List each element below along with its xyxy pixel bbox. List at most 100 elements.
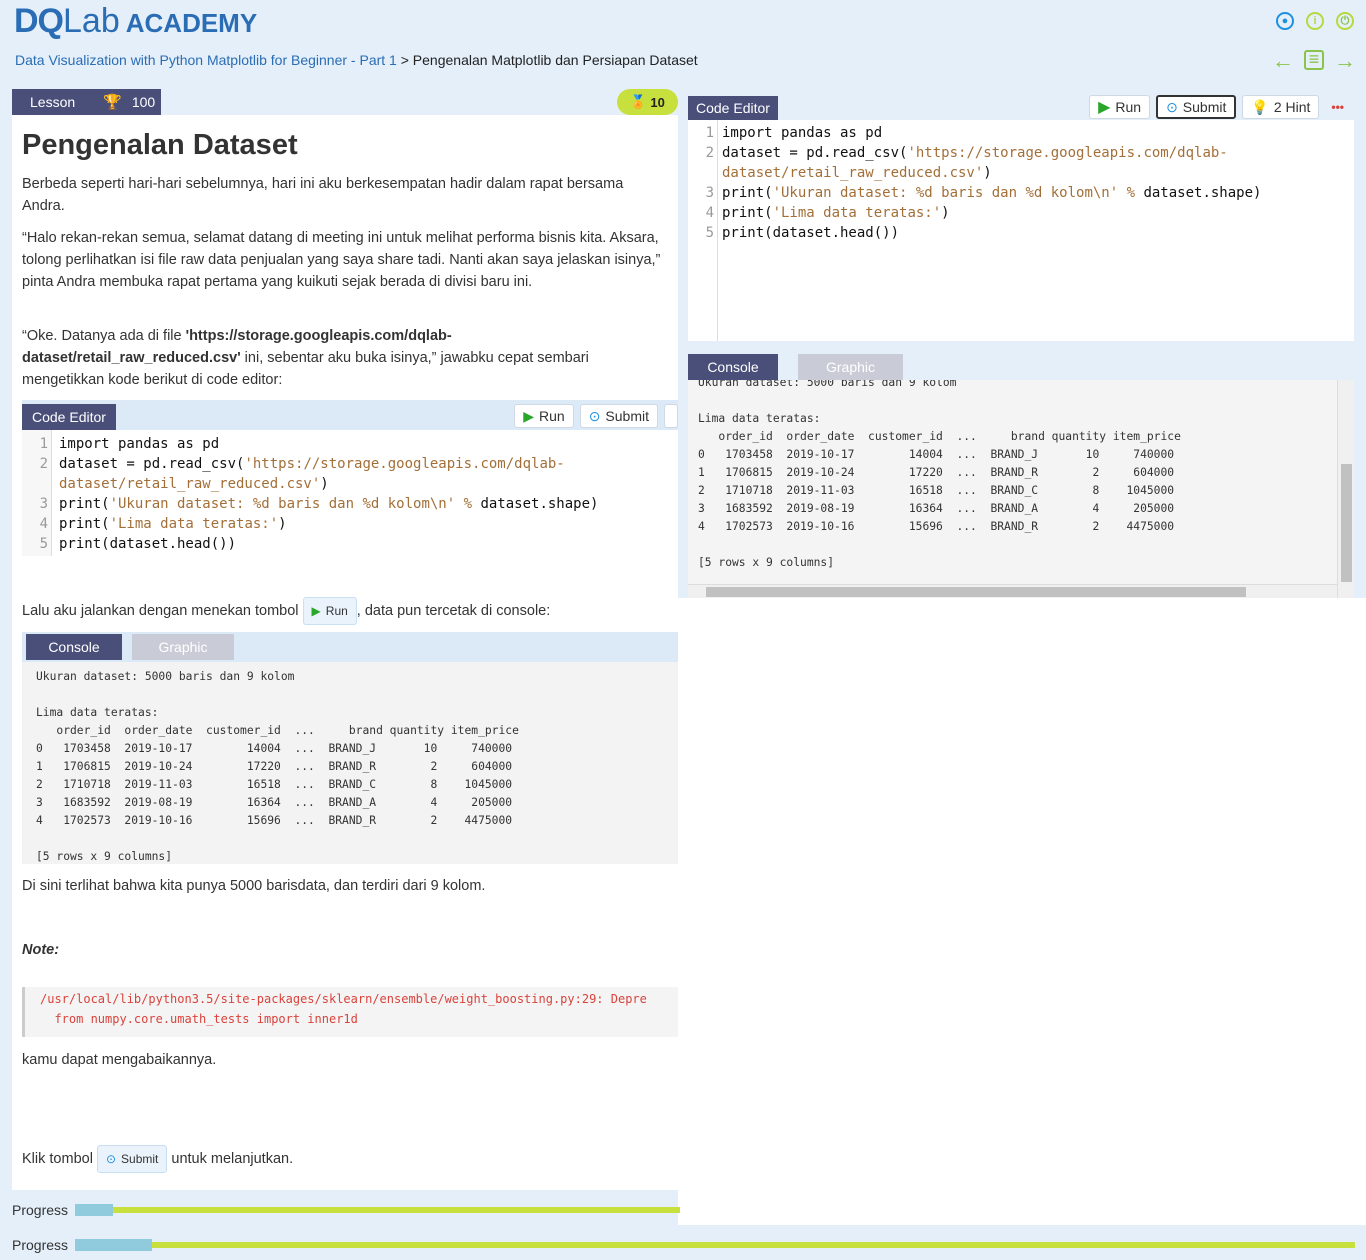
line-number: 5 [705, 225, 714, 241]
code-line-2-wrap[interactable]: dataset/retail_raw_reduced.csv') [722, 163, 992, 183]
paragraph-6: kamu dapat mengabaikannya. [22, 1052, 217, 1068]
paragraph-4-end: , data pun tercetak di console: [356, 602, 551, 619]
right-panel-blank [678, 598, 1366, 1225]
inline-submit-label: Submit [605, 408, 649, 424]
inline-code-block: 1 2 3 4 5 import pandas as pd dataset = … [22, 430, 678, 556]
warning-line-2: from numpy.core.umath_tests import inner… [40, 1012, 358, 1026]
note-heading: Note: [22, 942, 60, 958]
line-number: 1 [39, 436, 48, 452]
code-string: 'Lima data teratas:' [772, 205, 942, 221]
line-number: 1 [705, 125, 714, 141]
progress-label: Progress [12, 1202, 69, 1218]
progress-bar [75, 1204, 681, 1216]
console-tab[interactable]: Console [688, 354, 778, 380]
breadcrumb-separator: > [400, 52, 409, 68]
code-token: dataset.shape) [480, 496, 599, 512]
paragraph-4-start: Lalu aku jalankan dengan menekan tombol [22, 602, 303, 619]
progress-bar [75, 1239, 1356, 1251]
logo-dq: DQ [14, 2, 64, 40]
submit-button[interactable]: ⊙ Submit [1156, 95, 1237, 119]
code-line-2: dataset = pd.read_csv('https://storage.g… [59, 454, 565, 474]
xp-value: 10 [650, 94, 665, 110]
code-line-4[interactable]: print('Lima data teratas:') [722, 203, 950, 223]
play-icon: ▶ [523, 407, 534, 424]
lesson-tab-label: Lesson [30, 94, 76, 110]
line-number: 5 [39, 536, 48, 552]
graphic-tab[interactable]: Graphic [798, 354, 903, 380]
line-number: 4 [39, 516, 48, 532]
code-line-4: print('Lima data teratas:') [59, 514, 287, 534]
inline-hint-button [664, 404, 678, 428]
code-operator: % [455, 496, 481, 512]
inline-run-label: Run [539, 408, 565, 424]
dqlab-logo[interactable]: DQ Lab ACADEMY [14, 2, 257, 42]
console-text: Ukuran dataset: 5000 baris dan 9 kolom L… [698, 380, 1181, 569]
vertical-scrollbar-thumb[interactable] [1341, 464, 1352, 582]
arrow-right-icon[interactable]: → [1334, 50, 1356, 72]
editor-toolbar: ▶ Run ⊙ Submit 💡 2 Hint ••• [1089, 95, 1344, 121]
code-line-3: print('Ukuran dataset: %d baris dan %d k… [59, 494, 598, 514]
breadcrumb-course-link[interactable]: Data Visualization with Python Matplotli… [15, 52, 397, 68]
xp-badge: 🏅 10 [617, 89, 678, 115]
inline-submit-chip-label: Submit [121, 1152, 159, 1166]
lightbulb-icon: 💡 [1251, 98, 1269, 115]
progress-label: Progress [12, 1237, 69, 1253]
arrow-left-icon[interactable]: ← [1272, 50, 1294, 72]
upload-icon: ⊙ [588, 407, 601, 424]
lesson-tab[interactable]: Lesson 🏆 100 [12, 89, 161, 115]
paragraph-7-start: Klik tombol [22, 1150, 97, 1167]
inline-console-output: Ukuran dataset: 5000 baris dan 9 kolom L… [22, 662, 678, 864]
inline-editor-tab: Code Editor [22, 404, 116, 430]
code-token: dataset = pd.read_csv( [59, 456, 245, 472]
editor-header: Code Editor ▶ Run ⊙ Submit 💡 2 Hint ••• [688, 91, 1354, 121]
code-token: ) [941, 205, 950, 221]
paragraph-7-end: untuk melanjutkan. [167, 1150, 294, 1167]
paragraph-3: “Oke. Datanya ada di file 'https://stora… [22, 325, 662, 391]
line-number: 3 [39, 496, 48, 512]
warning-text: /usr/local/lib/python3.5/site-packages/s… [25, 987, 678, 1029]
list-icon[interactable]: ≡ [1304, 50, 1324, 70]
code-line-2-wrap: dataset/retail_raw_reduced.csv') [59, 474, 329, 494]
vertical-scrollbar[interactable] [1337, 380, 1354, 598]
code-string: 'Ukuran dataset: %d baris dan %d kolom\n… [109, 496, 456, 512]
trophy-icon: 🏆 [103, 94, 122, 111]
inline-editor-buttons: ▶ Run ⊙ Submit [514, 404, 678, 430]
logo-academy: ACADEMY [125, 8, 258, 38]
paragraph-1: Berbeda seperti hari-hari sebelumnya, ha… [22, 176, 624, 214]
more-options-icon[interactable]: ••• [1331, 100, 1344, 114]
inline-run-chip: ▶ Run [302, 597, 357, 625]
breadcrumb: Data Visualization with Python Matplotli… [15, 52, 698, 68]
paragraph-7: Klik tombol ⊙ Submit untuk melanjutkan. [22, 1145, 662, 1173]
code-token: dataset = pd.read_csv( [722, 145, 908, 161]
warning-block: /usr/local/lib/python3.5/site-packages/s… [22, 987, 678, 1037]
code-string: 'https://storage.googleapis.com/dqlab- [907, 145, 1228, 161]
top-icons: ● i ⏻ [1276, 12, 1354, 30]
paragraph-2: “Halo rekan-rekan semua, selamat datang … [22, 230, 661, 290]
code-line-5[interactable]: print(dataset.head()) [722, 223, 899, 243]
info-icon[interactable]: i [1306, 12, 1324, 30]
code-editor[interactable]: 1 2 3 4 5 import pandas as pd dataset = … [688, 120, 1354, 341]
editor-tab[interactable]: Code Editor [688, 96, 778, 121]
code-token: ) [320, 476, 329, 492]
code-line-3[interactable]: print('Ukuran dataset: %d baris dan %d k… [722, 183, 1261, 203]
inline-submit-button: ⊙ Submit [579, 404, 658, 428]
hint-button[interactable]: 💡 2 Hint [1242, 95, 1320, 119]
inline-console-tab: Console [26, 634, 122, 660]
code-token: print( [59, 516, 110, 532]
horizontal-scrollbar[interactable] [688, 584, 1337, 598]
submit-label: Submit [1182, 99, 1227, 115]
user-icon[interactable]: ● [1276, 12, 1294, 30]
code-line-2[interactable]: dataset = pd.read_csv('https://storage.g… [722, 143, 1228, 163]
paragraph-4: Lalu aku jalankan dengan menekan tombol … [22, 597, 662, 625]
lesson-points: 100 [131, 94, 156, 110]
run-button[interactable]: ▶ Run [1089, 95, 1151, 119]
console-output: Ukuran dataset: 5000 baris dan 9 kolom L… [688, 380, 1354, 598]
code-string: dataset/retail_raw_reduced.csv' [59, 476, 321, 492]
play-icon: ▶ [311, 604, 321, 618]
code-line-1[interactable]: import pandas as pd [722, 123, 882, 143]
horizontal-scrollbar-thumb[interactable] [706, 587, 1246, 597]
code-token: print( [59, 496, 110, 512]
code-string: 'Ukuran dataset: %d baris dan %d kolom\n… [772, 185, 1119, 201]
power-icon[interactable]: ⏻ [1336, 12, 1354, 30]
code-token: ) [278, 516, 287, 532]
